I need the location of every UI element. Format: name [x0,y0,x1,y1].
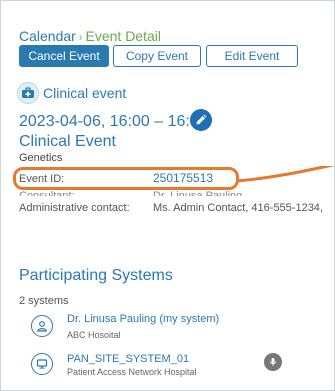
event-type-label: Clinical event [43,85,127,101]
microphone-icon[interactable] [264,353,282,371]
consultant-value: Dr. Linusa Pauling [153,190,243,202]
system-name[interactable]: PAN_SITE_SYSTEM_01 [67,353,189,365]
admin-contact-value: Ms. Admin Contact, 416-555-1234, [153,202,323,214]
consultant-label: Consultant: [19,190,75,202]
highlight-arrow-icon [236,166,334,183]
breadcrumb: Calendar › Event Detail [19,28,161,44]
event-time: 2023-04-06, 16:00 – 16:45 [19,113,208,130]
breadcrumb-current: Event Detail [85,28,161,44]
breadcrumb-calendar-link[interactable]: Calendar [19,28,76,44]
monitor-icon [31,353,53,375]
breadcrumb-separator-icon: › [78,32,83,44]
admin-contact-label: Administrative contact: [19,202,130,214]
event-id-highlight [13,167,239,190]
participating-systems-title: Participating Systems [19,267,173,284]
event-category: Genetics [19,152,63,164]
system-org: Patient Access Network Hospital [67,367,197,377]
event-name: Clinical Event [19,133,116,150]
edit-event-button[interactable]: Edit Event [206,45,298,67]
systems-count: 2 systems [19,295,69,307]
user-icon [31,315,53,337]
copy-event-button[interactable]: Copy Event [113,45,201,67]
edit-pencil-icon[interactable] [190,109,212,131]
event-detail-panel: Calendar › Event Detail Cancel Event Copy … [0,0,335,391]
medical-kit-icon [17,82,39,104]
system-name[interactable]: Dr. Linusa Pauling (my system) [67,313,219,325]
system-org: ABC Hosoital [67,330,121,340]
cancel-event-button[interactable]: Cancel Event [19,45,109,67]
